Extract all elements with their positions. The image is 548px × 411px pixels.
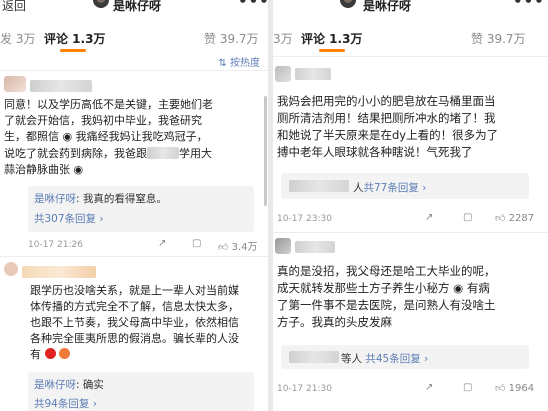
replier-names (289, 351, 339, 363)
commenter-avatar[interactable] (275, 66, 291, 82)
reply-icon[interactable]: ▢ (463, 212, 472, 223)
commenter-name[interactable] (22, 266, 96, 278)
commenter-avatar[interactable] (4, 76, 26, 92)
reply-line: 是咻仔呀: 我真的看得窒息。 (34, 193, 167, 205)
divider (273, 232, 548, 233)
comment-time: 10-17 21:26 (28, 240, 83, 250)
chevron-right-icon: › (99, 213, 104, 225)
tab-bar: 3万 评论 1.3万 赞 39.7万 (273, 24, 548, 52)
reply-icon[interactable]: ▢ (192, 238, 201, 249)
back-button[interactable]: 返回 (2, 0, 26, 14)
sort-icon: ⇅ (218, 58, 227, 69)
divider (273, 56, 548, 57)
comment-text: 我妈会把用完的小小的肥皂放在马桶里面当 厕所清洁剂用！结果把厕所冲水的堵了！我 … (277, 94, 499, 159)
reply-count-link[interactable]: 共307条回复 › (34, 211, 104, 226)
author-name[interactable]: 是咻仔呀 (363, 0, 411, 14)
commenter-name[interactable] (30, 80, 92, 92)
comment-text: 真的是没招，我父母还是哈工大毕业的呢， 成天就转发那些土方子养生小秘方 ◉ 有病… (277, 264, 496, 329)
tab-bar: 发 3万 评论 1.3万 赞 39.7万 (0, 24, 268, 52)
tab-comments[interactable]: 评论 1.3万 (44, 30, 105, 47)
author-avatar[interactable] (340, 0, 356, 8)
more-menu-button[interactable]: ••• (238, 0, 268, 10)
top-bar: 是咻仔呀 ••• (273, 0, 548, 14)
scrollbar[interactable] (264, 96, 267, 206)
chevron-right-icon: › (424, 353, 429, 365)
tab-likes[interactable]: 赞 39.7万 (471, 30, 526, 47)
tab-comments[interactable]: 评论 1.3万 (301, 30, 362, 47)
sort-label: 按热度 (230, 58, 260, 69)
active-tab-indicator (60, 49, 86, 52)
divider (0, 256, 268, 257)
reply-icon[interactable]: ▢ (463, 382, 472, 393)
commenter-name[interactable] (295, 241, 335, 253)
thumbs-up-icon: 👍︎ (495, 383, 506, 394)
like-button[interactable]: 👍︎ 3.4万 (218, 238, 258, 253)
tab-repost[interactable]: 3万 (273, 30, 293, 47)
sort-toggle[interactable]: ⇅ 按热度 (218, 54, 260, 69)
reply-count-link[interactable]: 共94条回复 › (34, 396, 97, 411)
author-name[interactable]: 是咻仔呀 (113, 0, 161, 14)
left-screenshot: 返回 是咻仔呀 ••• 发 3万 评论 1.3万 赞 39.7万 ⇅ 按热度 同… (0, 0, 268, 411)
top-bar: 返回 是咻仔呀 ••• (0, 0, 268, 14)
chevron-right-icon: › (92, 398, 97, 410)
commenter-name[interactable] (295, 68, 331, 80)
comment-time: 10-17 23:30 (277, 214, 332, 224)
right-screenshot: 是咻仔呀 ••• 3万 评论 1.3万 赞 39.7万 我妈会把用完的小小的肥皂… (273, 0, 548, 411)
reply-count-link[interactable]: 人共77条回复 › (353, 180, 426, 195)
reply-count-link[interactable]: 等人 共45条回复 › (341, 351, 428, 366)
comment-text: 跟学历也没啥关系，就是上一辈人对当前媒 体传播的方式完全不了解，信息太快太多， … (30, 284, 239, 361)
comment-text: 同意！以及学历高低不是关键，主要她们老 了就会开始信，我妈初中毕业，我爸研究 生… (4, 98, 213, 176)
chevron-right-icon: › (422, 182, 427, 194)
more-menu-button[interactable]: ••• (513, 0, 545, 10)
thumbs-up-icon: 👍︎ (218, 242, 229, 253)
like-button[interactable]: 👍︎ 2287 (495, 212, 534, 224)
share-icon[interactable]: ↗ (425, 382, 433, 393)
mention-blur (147, 147, 179, 159)
red-heart-icon (44, 348, 56, 359)
share-icon[interactable]: ↗ (158, 238, 166, 249)
tab-repost[interactable]: 发 3万 (0, 30, 35, 47)
replier-names (289, 180, 349, 192)
thumbs-up-icon: 👍︎ (495, 213, 506, 224)
author-avatar[interactable] (93, 0, 109, 8)
divider (0, 70, 268, 71)
reply-line: 是咻仔呀: 确实 (34, 379, 104, 391)
commenter-avatar[interactable] (275, 238, 291, 254)
like-button[interactable]: 👍︎ 1964 (495, 382, 534, 394)
share-icon[interactable]: ↗ (425, 212, 433, 223)
comment-time: 10-17 21:30 (277, 384, 332, 394)
commenter-avatar[interactable] (4, 262, 18, 276)
tab-likes[interactable]: 赞 39.7万 (204, 30, 259, 47)
active-tab-indicator (319, 49, 345, 52)
tomato-icon (59, 348, 70, 359)
